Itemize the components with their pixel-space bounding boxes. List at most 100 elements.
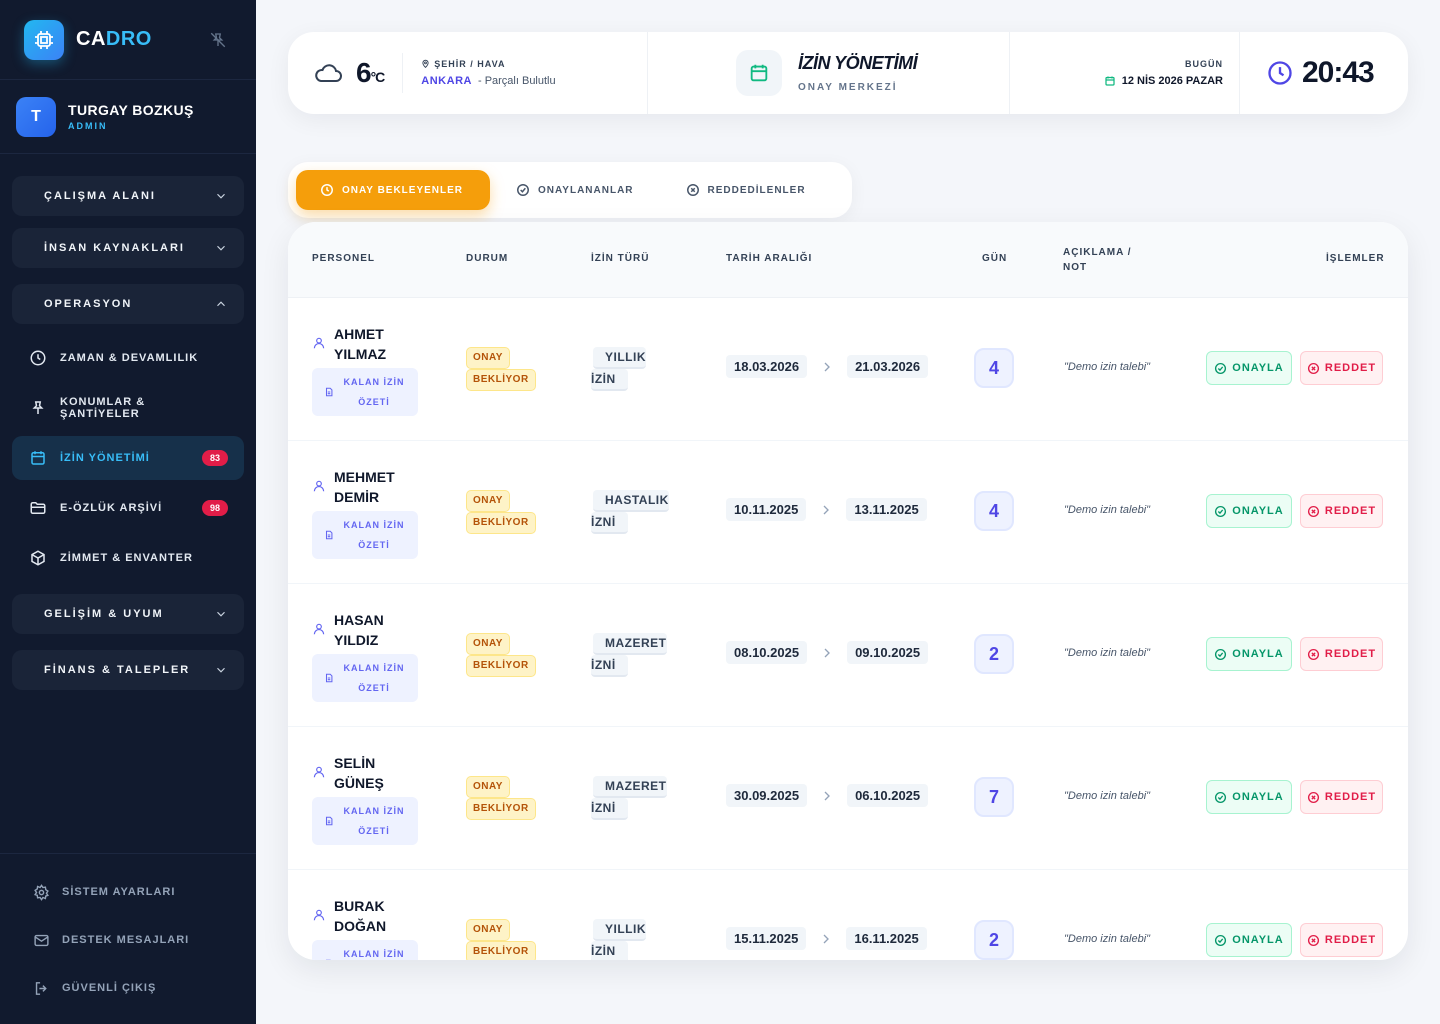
end-date: 16.11.2025 xyxy=(846,927,927,950)
leave-summary-label-line1: KALAN İZİN xyxy=(343,949,405,959)
leave-type-line2: İZNİ xyxy=(591,512,628,534)
reject-button[interactable]: REDDET xyxy=(1300,351,1383,385)
nav-group-operasyon[interactable]: OPERASYON xyxy=(12,284,244,324)
chevron-down-icon xyxy=(217,611,225,617)
pin-icon xyxy=(28,398,48,418)
tab-approved[interactable]: ONAYLANANLAR xyxy=(490,170,660,210)
mail-icon xyxy=(32,931,50,949)
check-circle-icon xyxy=(1215,648,1227,660)
start-date: 15.11.2025 xyxy=(726,927,807,950)
document-icon xyxy=(325,959,331,960)
logout-icon xyxy=(32,979,50,997)
nav-group-insan-kaynaklari[interactable]: İNSAN KAYNAKLARI xyxy=(12,228,244,268)
sidebar-item-izin-yonetimi[interactable]: İZİN YÖNETİMİ 83 xyxy=(12,436,244,480)
leave-type-badge: YILLIK İZİN xyxy=(591,347,671,391)
reject-button[interactable]: REDDET xyxy=(1300,494,1383,528)
status-tabs: ONAY BEKLEYENLER ONAYLANANLAR REDDEDİLEN… xyxy=(288,162,852,218)
start-date: 18.03.2026 xyxy=(726,355,808,378)
approve-label: ONAYLA xyxy=(1232,505,1284,517)
column-header-durum: DURUM xyxy=(466,253,509,264)
folder-icon xyxy=(28,498,48,518)
sidebar-item-label: İZİN YÖNETİMİ xyxy=(60,452,150,464)
x-circle-icon xyxy=(1307,934,1319,946)
leave-summary-button[interactable]: KALAN İZİNÖZETİ xyxy=(312,654,418,702)
approve-button[interactable]: ONAYLA xyxy=(1206,780,1292,814)
reject-button[interactable]: REDDET xyxy=(1300,637,1383,671)
nav-group-finans[interactable]: FİNANS & TALEPLER xyxy=(12,650,244,690)
end-date: 06.10.2025 xyxy=(847,784,929,807)
sidebar-item-logout[interactable]: GÜVENLİ ÇIKIŞ xyxy=(20,964,236,1012)
brand-name: CADRO xyxy=(76,28,152,51)
table-header: PERSONEL DURUM İZİN TÜRÜ TARİH ARALIĞI G… xyxy=(288,222,1408,298)
column-header-gun: GÜN xyxy=(982,253,1008,264)
check-circle-icon xyxy=(517,184,529,196)
nav-group-label: OPERASYON xyxy=(44,298,133,310)
leave-type-line1: YILLIK xyxy=(593,347,646,369)
approve-button[interactable]: ONAYLA xyxy=(1206,494,1292,528)
start-date: 08.10.2025 xyxy=(726,641,808,664)
sidebar: CADRO T TURGAY BOZKUŞ ADMIN ÇALIŞMA ALAN… xyxy=(0,0,256,1024)
leave-summary-label: KALAN İZİN ÖZETİ xyxy=(342,801,406,841)
status-badge-line2: BEKLİYOR xyxy=(466,941,536,960)
user-icon xyxy=(313,623,325,635)
approve-button[interactable]: ONAYLA xyxy=(1206,923,1292,957)
unpin-icon[interactable] xyxy=(206,28,230,52)
chevron-right-icon xyxy=(823,505,830,514)
approve-button[interactable]: ONAYLA xyxy=(1206,351,1292,385)
table-row: HASAN YILDIZ KALAN İZİN ÖZETİ ONAY BEKLİYOR… xyxy=(288,584,1408,727)
employee-cell: SELİN GÜNEŞ xyxy=(312,753,414,793)
tab-rejected[interactable]: REDDEDİLENLER xyxy=(660,170,832,210)
sidebar-item-label: E-ÖZLÜK ARŞİVİ xyxy=(60,502,163,514)
column-header-aciklama-line2: NOT xyxy=(1063,262,1088,273)
clock-icon xyxy=(28,348,48,368)
leave-summary-button[interactable]: KALAN İZİNÖZETİ xyxy=(312,368,418,416)
status-badge-line1: ONAY xyxy=(466,490,510,512)
employee-first-name: MEHMET xyxy=(334,469,395,485)
chevron-up-icon xyxy=(217,301,225,307)
date-widget: BUGÜN 12 NİS 2026 PAZAR xyxy=(1010,32,1240,114)
table-row: SELİN GÜNEŞ KALAN İZİN ÖZETİ ONAY BEKLİYOR … xyxy=(288,727,1408,870)
chevron-down-icon xyxy=(217,245,225,251)
leave-type-line1: HASTALIK xyxy=(593,490,669,512)
clock-widget: 20:43 xyxy=(1240,56,1408,90)
date-range: 15.11.2025 16.11.2025 xyxy=(726,927,927,950)
sidebar-item-ozluk-arsivi[interactable]: E-ÖZLÜK ARŞİVİ 98 xyxy=(12,486,244,530)
avatar: T xyxy=(16,96,56,137)
status-badge: ONAY BEKLİYOR xyxy=(466,490,536,534)
reject-button[interactable]: REDDET xyxy=(1300,923,1383,957)
sidebar-item-settings[interactable]: SİSTEM AYARLARI xyxy=(20,868,236,916)
sidebar-item-label: KONUMLAR & ŞANTİYELER xyxy=(60,396,146,420)
tab-pending[interactable]: ONAY BEKLEYENLER xyxy=(296,170,490,210)
sidebar-item-support[interactable]: DESTEK MESAJLARI xyxy=(20,916,236,964)
employee-cell: MEHMET DEMİR xyxy=(312,467,414,507)
sidebar-item-zaman[interactable]: ZAMAN & DEVAMLILIK xyxy=(12,336,244,380)
nav-group-gelisim[interactable]: GELİŞİM & UYUM xyxy=(12,594,244,634)
document-icon xyxy=(325,673,333,683)
sidebar-item-konumlar[interactable]: KONUMLAR & ŞANTİYELER xyxy=(12,386,244,430)
leave-summary-button[interactable]: KALAN İZİNÖZETİ xyxy=(312,511,418,559)
leave-summary-button[interactable]: KALAN İZİNÖZETİ xyxy=(312,797,418,845)
day-count: 2 xyxy=(974,920,1014,960)
check-circle-icon xyxy=(1215,505,1227,517)
user-profile[interactable]: T TURGAY BOZKUŞ ADMIN xyxy=(0,80,256,154)
tab-label: ONAYLANANLAR xyxy=(538,184,634,196)
today-label: BUGÜN xyxy=(1185,59,1223,69)
nav-group-calisma-alani[interactable]: ÇALIŞMA ALANI xyxy=(12,176,244,216)
employee-name: MEHMET DEMİR xyxy=(334,467,414,507)
approve-button[interactable]: ONAYLA xyxy=(1206,637,1292,671)
weather-widget: 6°C ŞEHİR / HAVA ANKARA - Parçalı Bulutlu xyxy=(288,32,648,114)
location-info: ŞEHİR / HAVA ANKARA - Parçalı Bulutlu xyxy=(402,53,556,93)
sidebar-item-zimmet[interactable]: ZİMMET & ENVANTER xyxy=(12,536,244,580)
column-header-personel: PERSONEL xyxy=(312,253,376,264)
table-row: BURAKDOĞAN KALAN İZİNÖZETİ ONAYBEKLİYOR … xyxy=(288,870,1408,960)
main-nav: ÇALIŞMA ALANI İNSAN KAYNAKLARI OPERASYON… xyxy=(0,154,256,690)
user-icon xyxy=(313,337,325,349)
chip-icon[interactable] xyxy=(24,19,64,60)
reject-button[interactable]: REDDET xyxy=(1300,780,1383,814)
reject-label: REDDET xyxy=(1324,505,1377,517)
leave-summary-button[interactable]: KALAN İZİNÖZETİ xyxy=(312,940,418,960)
table-body: AHMET YILMAZ KALAN İZİN ÖZETİ ONAY BEKLİYOR… xyxy=(288,298,1408,960)
chevron-right-icon xyxy=(824,648,831,657)
leave-summary-label: KALAN İZİN ÖZETİ xyxy=(342,372,406,412)
x-circle-icon xyxy=(1307,362,1319,374)
